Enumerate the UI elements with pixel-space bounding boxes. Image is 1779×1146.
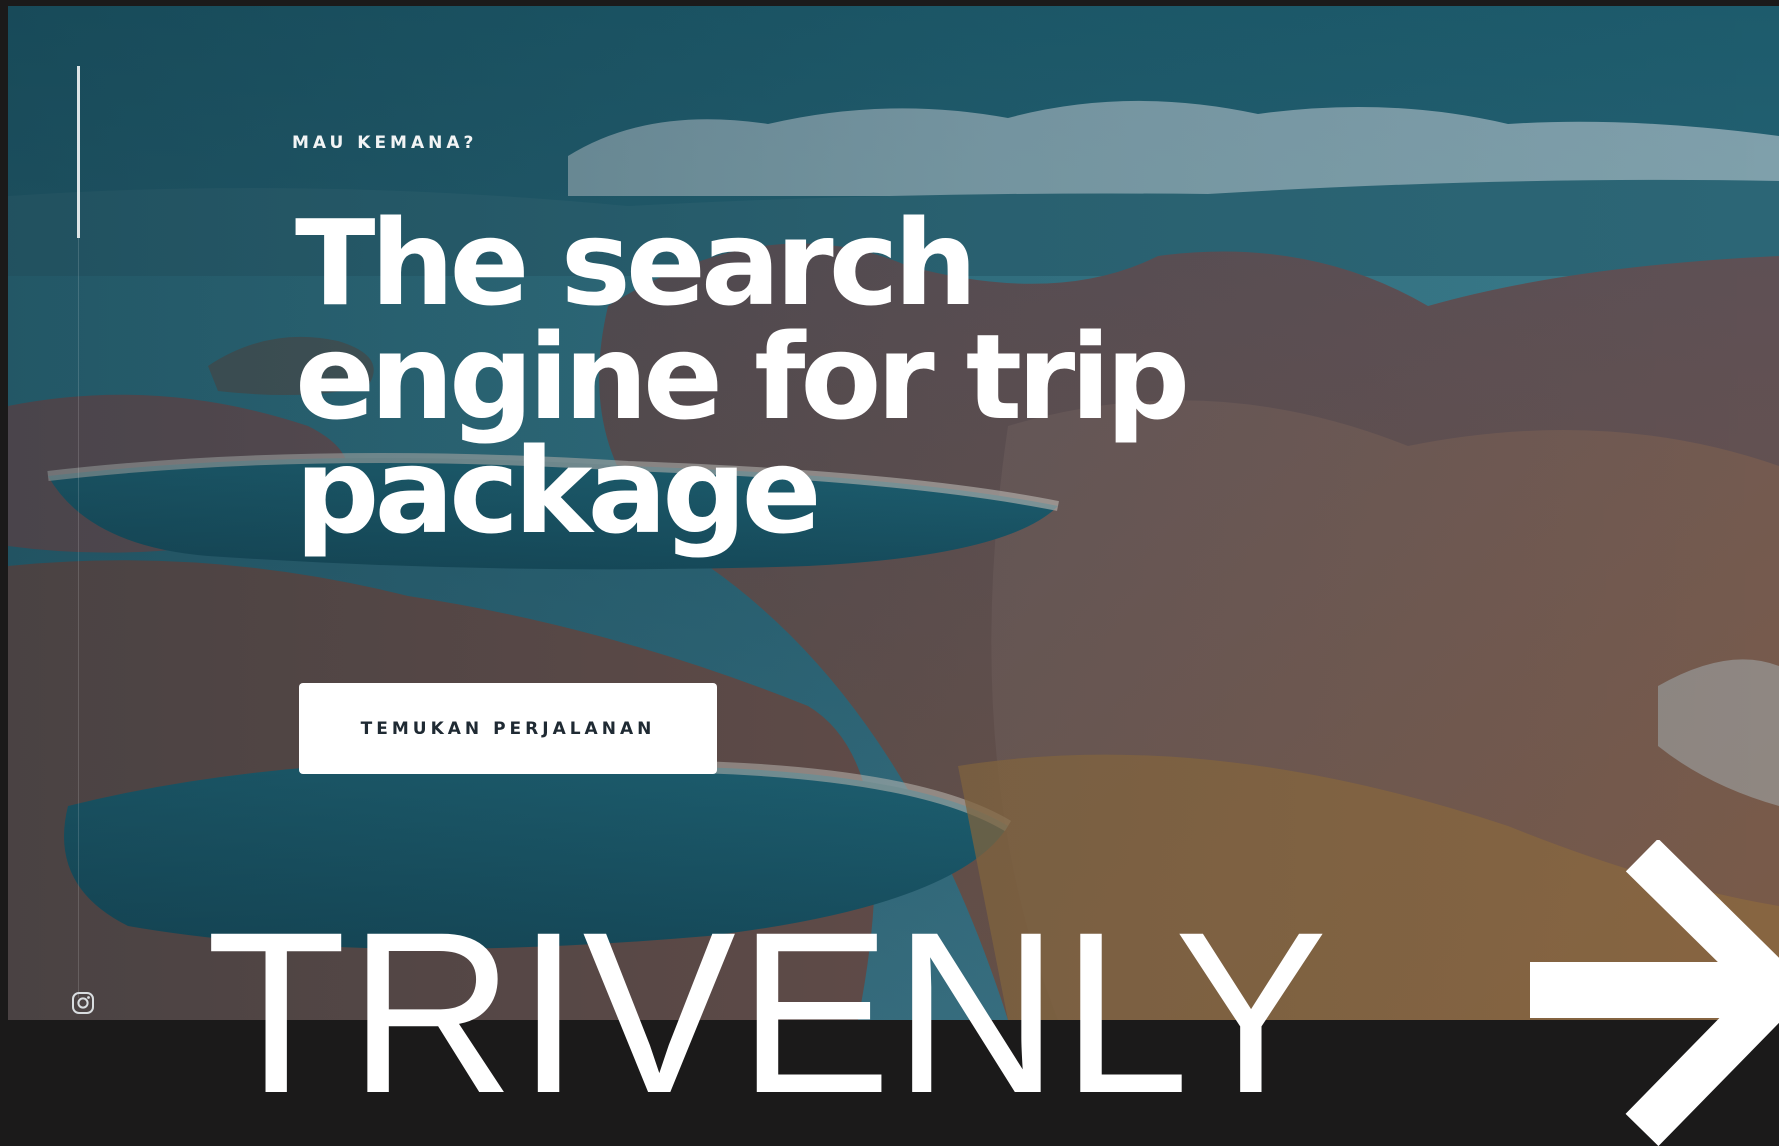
hero-section: MAU KEMANA? The search engine for trip p… bbox=[8, 6, 1779, 1020]
headline-line-2: engine for trip bbox=[295, 308, 1190, 446]
headline-line-1: The search bbox=[295, 194, 978, 332]
hero-headline: The search engine for trip package bbox=[295, 194, 1195, 560]
eyebrow-label: MAU KEMANA? bbox=[292, 133, 478, 153]
left-guide-line bbox=[78, 238, 79, 998]
headline-line-3: package bbox=[295, 422, 822, 560]
left-accent-line bbox=[77, 66, 80, 238]
instagram-icon[interactable] bbox=[71, 991, 95, 1015]
brand-wordmark: TRIVENLY bbox=[206, 884, 1330, 1141]
find-trip-button[interactable]: TEMUKAN PERJALANAN bbox=[299, 683, 717, 774]
arrow-right-icon[interactable] bbox=[1530, 840, 1779, 1146]
screen: MAU KEMANA? The search engine for trip p… bbox=[0, 0, 1779, 1146]
